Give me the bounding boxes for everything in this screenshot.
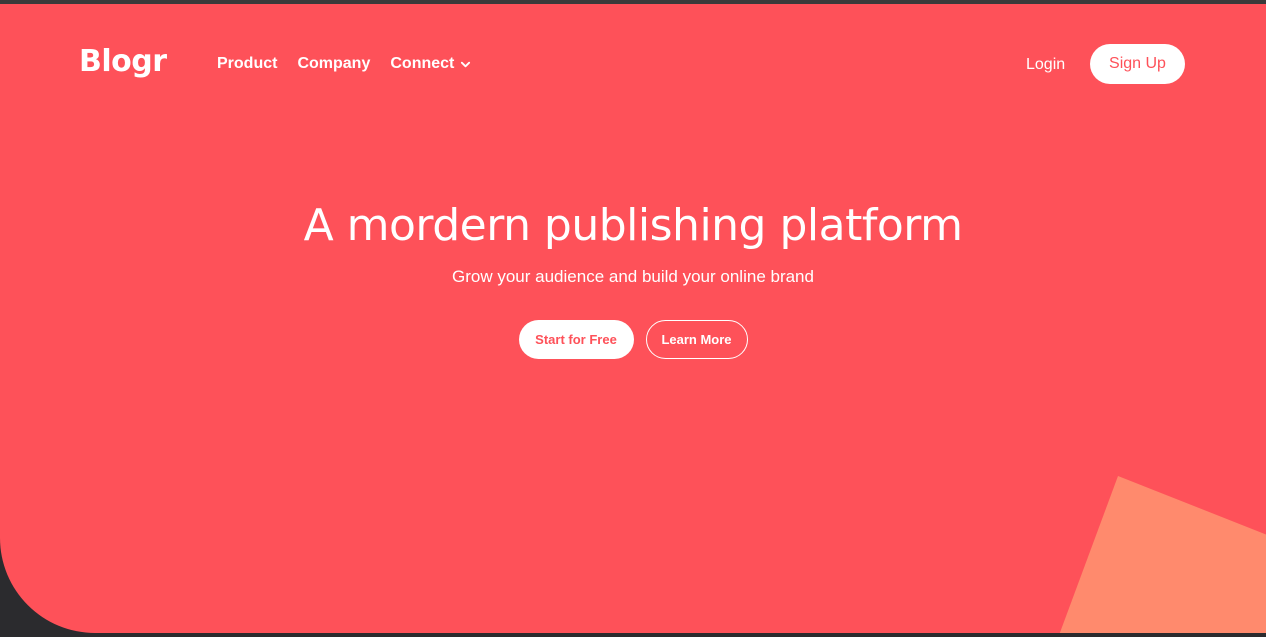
top-navigation: Blogr Product Company Connect Login Sign… (0, 4, 1266, 124)
page-bottom-edge (0, 633, 1266, 637)
learn-more-button[interactable]: Learn More (645, 320, 748, 359)
brand-logo[interactable]: Blogr (79, 44, 167, 79)
hero-content: A mordern publishing platform Grow your … (0, 200, 1266, 287)
signup-button[interactable]: Sign Up (1090, 44, 1185, 84)
hero-subtitle: Grow your audience and build your online… (452, 267, 814, 286)
menu-item-connect[interactable]: Connect (390, 55, 471, 73)
main-menu: Product Company Connect (217, 55, 471, 73)
menu-item-company[interactable]: Company (297, 55, 370, 73)
menu-item-product[interactable]: Product (217, 55, 277, 73)
hero-title: A mordern publishing platform (303, 200, 963, 251)
login-link[interactable]: Login (1026, 56, 1065, 74)
menu-item-label: Connect (390, 55, 455, 72)
start-for-free-button[interactable]: Start for Free (518, 320, 634, 359)
menu-item-label: Company (297, 55, 371, 72)
decorative-shape (1055, 476, 1266, 633)
hero-section: Blogr Product Company Connect Login Sign… (0, 4, 1266, 633)
menu-item-label: Product (217, 55, 278, 72)
chevron-down-icon (461, 61, 471, 67)
hero-cta-row: Start for Free Learn More (0, 320, 1266, 359)
